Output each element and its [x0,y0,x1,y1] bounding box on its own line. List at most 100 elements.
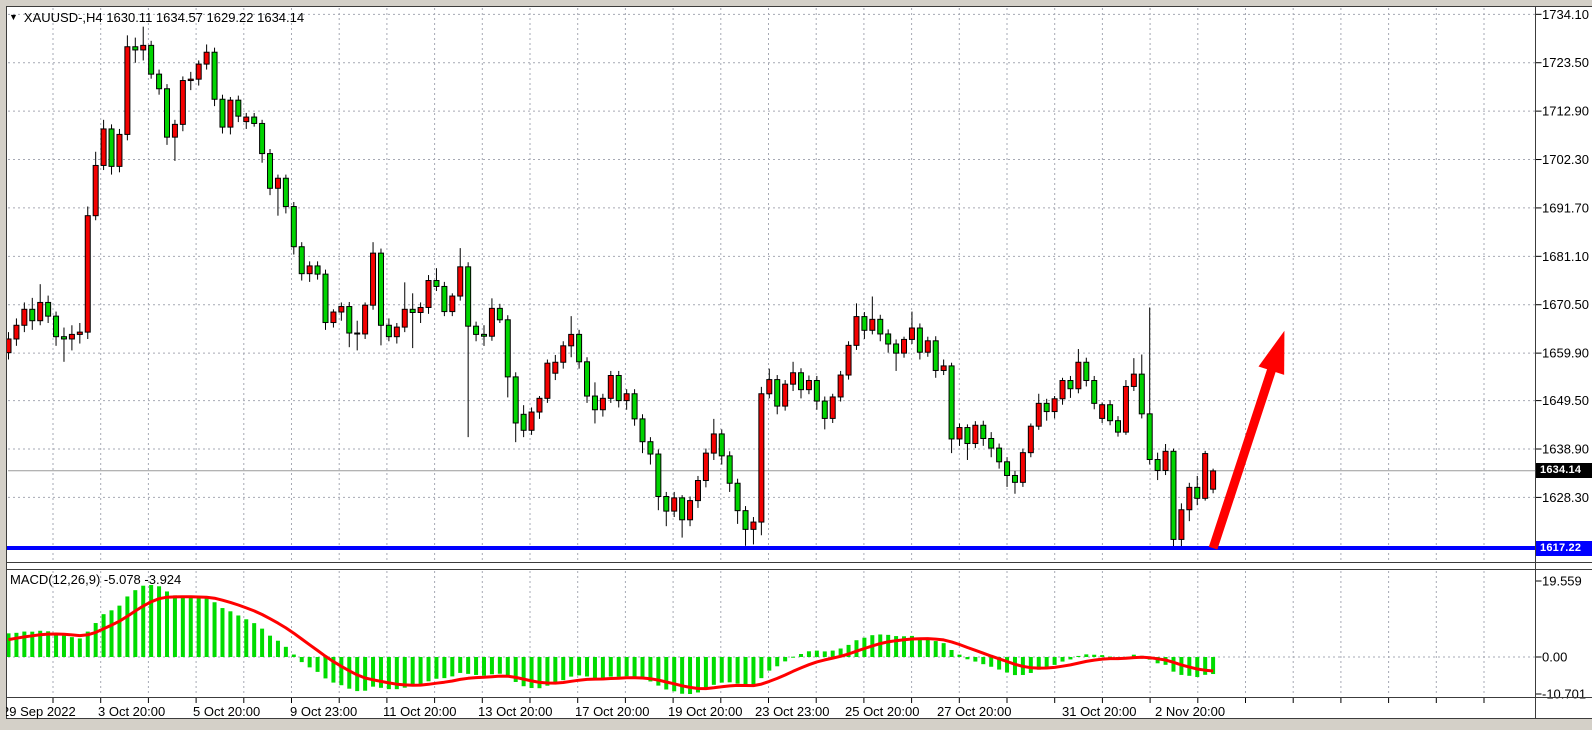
macd-histogram-bar [918,638,922,657]
macd-histogram-bar [268,636,272,657]
candle [743,511,748,530]
macd-histogram-bar [807,651,811,657]
price-axis-label: 1628.30 [1542,490,1589,505]
macd-histogram-bar [1092,655,1096,657]
candle [378,253,383,325]
macd-histogram-bar [1045,657,1049,668]
macd-histogram-bar [601,657,605,678]
candle [585,362,590,396]
macd-histogram-bar [316,657,320,672]
candle [14,325,19,339]
price-axis-label: 1691.70 [1542,200,1589,215]
macd-histogram-bar [664,657,668,689]
macd-histogram-bar [1100,655,1104,657]
macd-histogram-bar [54,633,58,657]
macd-histogram-bar [926,638,930,657]
macd-histogram-bar [62,636,66,657]
price-axis-label: 1723.50 [1542,55,1589,70]
macd-histogram-bar [379,657,383,688]
candle [394,327,399,337]
candle [806,381,811,390]
macd-histogram-bar [720,657,724,683]
candle [981,425,986,438]
candle [386,325,391,336]
candle [402,309,407,327]
candle [363,305,368,334]
candle [822,401,827,418]
macd-histogram-bar [712,657,716,685]
candle [1131,374,1136,386]
macd-histogram-bar [442,657,446,678]
candle [291,207,296,247]
macd-histogram-bar [173,595,177,657]
macd-histogram-bar [284,647,288,657]
symbol-dropdown-icon[interactable]: ▼ [9,12,18,22]
current-price-tag: 1634.14 [1536,463,1592,478]
time-axis-label: 9 Oct 23:00 [290,704,357,719]
candle [141,45,146,50]
up-arrow-shaft[interactable] [1213,365,1273,548]
macd-histogram-bar [965,657,969,659]
candle [569,334,574,345]
macd-histogram-bar [482,657,486,676]
candle [505,320,510,377]
candle [941,366,946,371]
macd-histogram-bar [1068,657,1072,659]
candle [323,274,328,322]
macd-histogram-bar [189,597,193,657]
candle [458,267,463,296]
macd-histogram-bar [609,657,613,677]
time-axis-label: 31 Oct 20:00 [1062,704,1136,719]
time-axis-label: 13 Oct 20:00 [478,704,552,719]
candle [632,394,637,419]
macd-histogram-bar [886,635,890,657]
candle [751,522,756,529]
candle [989,439,994,449]
candle [165,89,170,137]
candle [949,366,954,439]
candle [1203,454,1208,499]
indicator-label: MACD(12,26,9) -5.078 -3.924 [10,572,181,587]
candle [1005,462,1010,476]
time-axis-label: 2 Nov 20:00 [1155,704,1225,719]
macd-histogram-bar [165,591,169,657]
macd-histogram-bar [585,657,589,676]
macd-histogram-bar [775,657,779,666]
candle [600,398,605,409]
price-axis-label: 1712.90 [1542,104,1589,119]
macd-histogram-bar [308,657,312,667]
candle [1195,487,1200,498]
macd-histogram-bar [7,633,11,657]
macd-histogram-bar [728,657,732,682]
macd-histogram-bar [577,657,581,675]
macd-histogram-bar [823,651,827,657]
candle [735,483,740,510]
candle [109,129,114,166]
macd-histogram-bar [1053,657,1057,665]
candle [22,309,27,325]
candle [561,346,566,362]
level-price-tag: 1617.22 [1536,541,1592,556]
macd-histogram-bar [141,586,145,657]
macd-histogram-bar [450,657,454,676]
up-arrow-head[interactable] [1259,331,1285,375]
price-axis-label: 1649.50 [1542,393,1589,408]
macd-histogram-bar [553,657,557,683]
candle [133,47,138,50]
macd-histogram-bar [300,657,304,662]
candle [1155,460,1160,471]
macd-histogram-bar [490,657,494,674]
window-border-bottom [0,719,1592,730]
macd-histogram-bar [569,657,573,677]
candle [624,394,629,401]
time-axis-label: 17 Oct 20:00 [575,704,649,719]
candle [711,434,716,453]
candle [759,394,764,522]
candle [149,45,154,74]
macd-histogram-bar [434,657,438,679]
price-chart-svg[interactable]: 1734.101723.501712.901702.301691.701681.… [0,0,1592,730]
macd-histogram-bar [427,657,431,681]
price-axis-label: 1638.90 [1542,442,1589,457]
candle [418,307,423,312]
candle [61,337,66,339]
